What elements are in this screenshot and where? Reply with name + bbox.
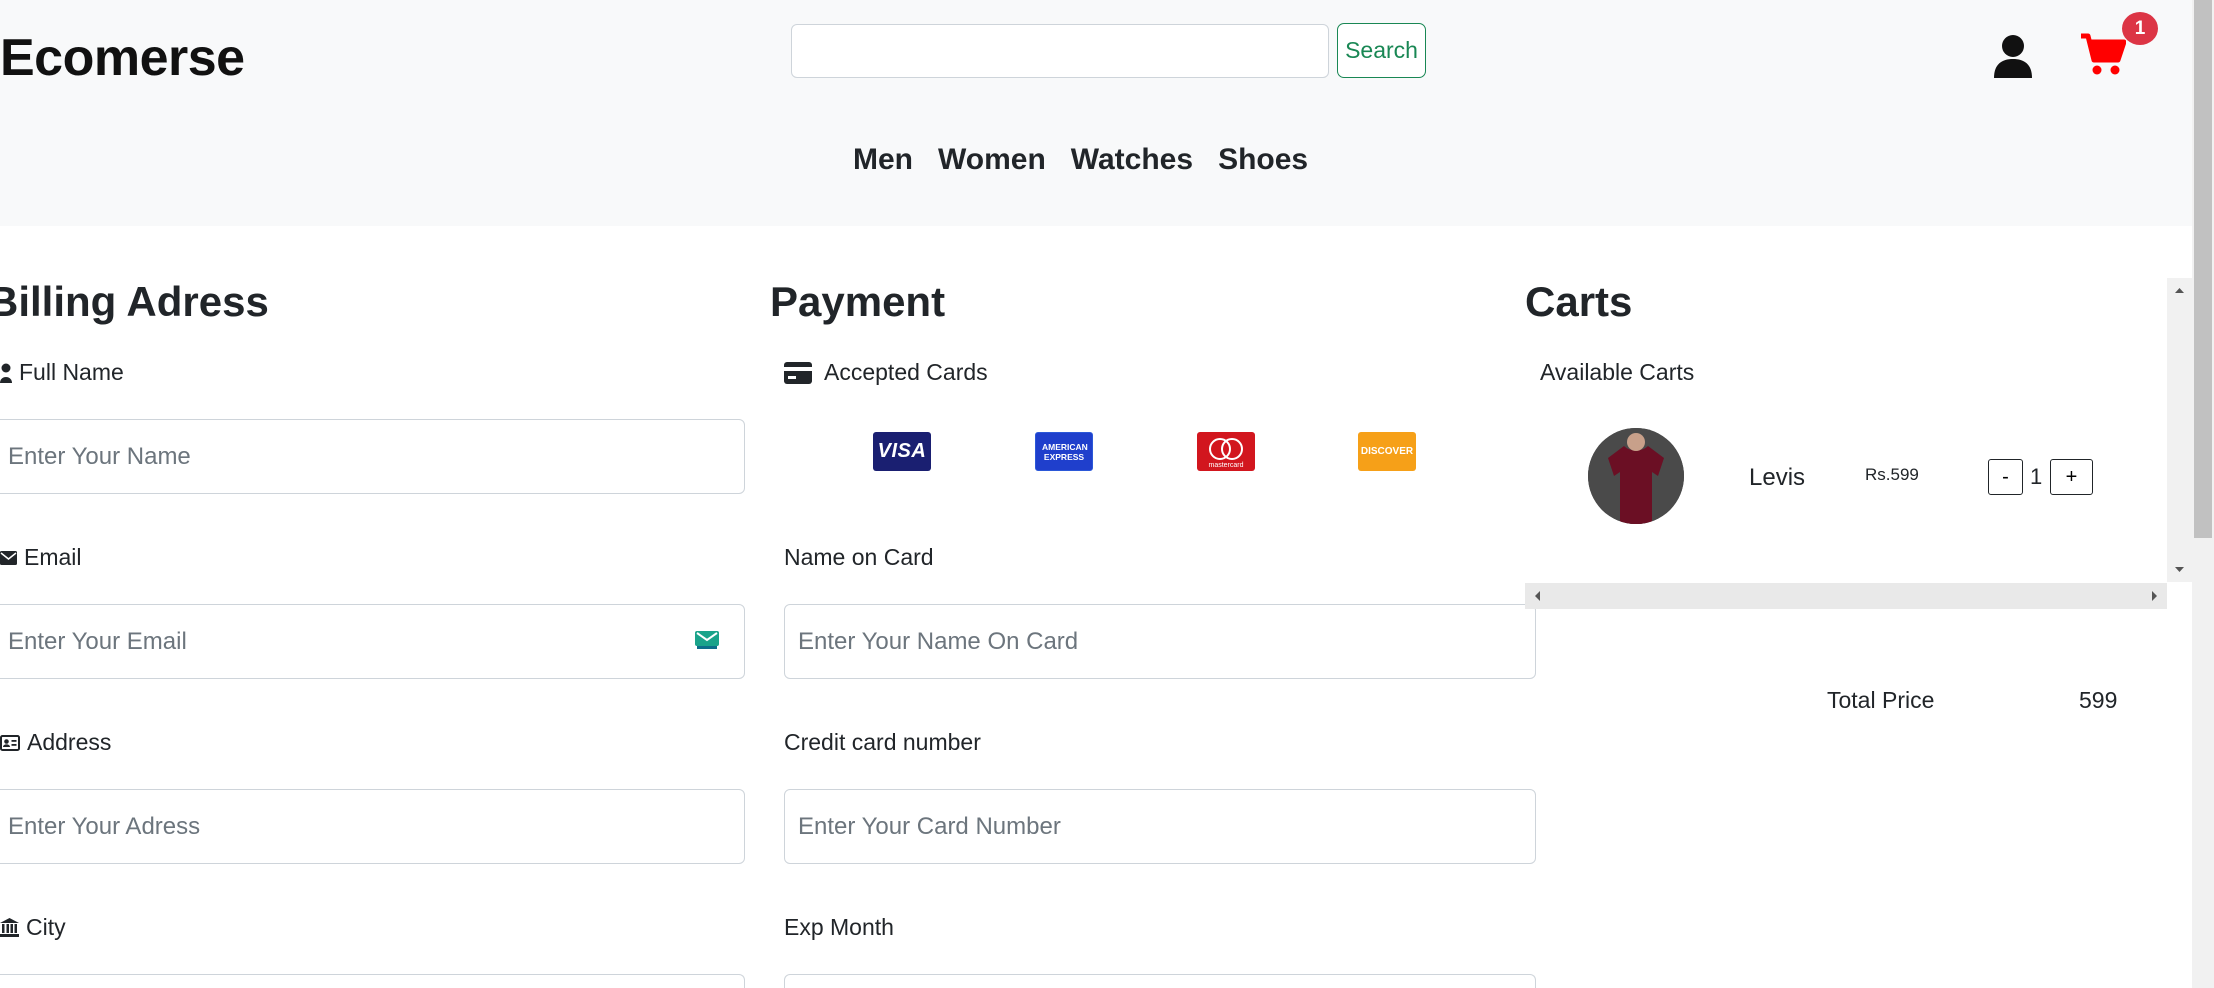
- total-price-label: Total Price: [1827, 687, 1935, 713]
- tshirt-image: [1588, 428, 1684, 524]
- city-label-text: City: [26, 914, 66, 940]
- cart-list-scrollbar[interactable]: [2167, 278, 2192, 582]
- payment-title: Payment: [770, 278, 946, 325]
- city-input[interactable]: [0, 974, 745, 988]
- page-scrollbar-thumb[interactable]: [2194, 0, 2212, 538]
- brand-logo[interactable]: Ecomerse: [0, 28, 245, 88]
- cart-list-hscrollbar[interactable]: [1525, 583, 2167, 609]
- cart-item-name: Levis: [1749, 464, 1806, 491]
- address-card-icon: [0, 734, 20, 751]
- search-input[interactable]: [791, 24, 1329, 78]
- qty-decrease-button[interactable]: -: [1988, 459, 2023, 495]
- nav-women[interactable]: Women: [938, 143, 1046, 177]
- billing-title: Billing Adress: [0, 278, 269, 325]
- user-icon: [0, 363, 12, 383]
- available-carts-label: Available Carts: [1540, 359, 1695, 385]
- card-number-input[interactable]: [784, 789, 1536, 864]
- accepted-cards-label: Accepted Cards: [784, 359, 988, 386]
- qty-increase-button[interactable]: +: [2050, 459, 2093, 495]
- email-label: Email: [0, 544, 82, 571]
- card-number-label: Credit card number: [784, 729, 981, 755]
- mastercard-logo: mastercard: [1197, 432, 1255, 471]
- address-label-text: Address: [27, 729, 112, 755]
- full-name-label-text: Full Name: [19, 359, 124, 385]
- accepted-cards-text: Accepted Cards: [824, 359, 988, 385]
- exp-month-label: Exp Month: [784, 914, 894, 940]
- name-on-card-input[interactable]: [784, 604, 1536, 679]
- institution-icon: [0, 918, 19, 937]
- email-input[interactable]: [0, 604, 745, 679]
- nav-shoes[interactable]: Shoes: [1218, 143, 1308, 177]
- envelope-icon: [0, 550, 17, 565]
- email-label-text: Email: [24, 544, 82, 570]
- scroll-left-icon[interactable]: [1527, 583, 1547, 609]
- name-on-card-label: Name on Card: [784, 544, 934, 570]
- search-button[interactable]: Search: [1337, 23, 1426, 78]
- address-input[interactable]: [0, 789, 745, 864]
- full-name-label: Full Name: [0, 359, 124, 386]
- carts-title: Carts: [1525, 278, 1633, 325]
- address-label: Address: [0, 729, 111, 756]
- product-image[interactable]: [1588, 428, 1684, 524]
- category-nav: Men Women Watches Shoes: [853, 143, 1308, 177]
- site-header: Ecomerse Search 1 Men Women Watches Shoe…: [0, 0, 2192, 226]
- visa-logo: VISA: [873, 432, 931, 471]
- amex-logo: AMERICAN EXPRESS: [1035, 432, 1093, 471]
- user-icon[interactable]: [1992, 34, 2034, 78]
- scroll-down-icon[interactable]: [2167, 560, 2192, 580]
- email-autofill-icon[interactable]: [695, 631, 719, 649]
- cart-item-qty: 1: [2030, 464, 2043, 489]
- cart-item-price: Rs.599: [1865, 465, 1919, 484]
- city-label: City: [0, 914, 66, 941]
- nav-watches[interactable]: Watches: [1071, 143, 1193, 177]
- nav-men[interactable]: Men: [853, 143, 913, 177]
- full-name-input[interactable]: [0, 419, 745, 494]
- credit-card-icon: [784, 361, 812, 384]
- exp-month-input[interactable]: [784, 974, 1536, 988]
- cart-icon[interactable]: [2080, 32, 2126, 76]
- scroll-up-icon[interactable]: [2167, 280, 2192, 300]
- discover-logo: DISCOVER: [1358, 432, 1416, 471]
- total-price-value: 599: [2079, 687, 2118, 713]
- scroll-right-icon[interactable]: [2145, 583, 2165, 609]
- cart-count-badge: 1: [2122, 12, 2158, 45]
